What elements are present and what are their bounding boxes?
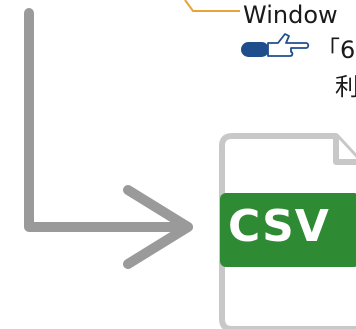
- text-line-2: 「6: [316, 36, 356, 64]
- text-line-3: 利: [335, 73, 356, 101]
- l-shaped-arrow-icon: [24, 8, 193, 269]
- callout-line: [184, 0, 240, 12]
- pointing-hand-icon: [241, 33, 310, 57]
- text-line-window: Window: [243, 1, 338, 29]
- illustration-canvas: [24, 0, 356, 329]
- csv-label: CSV: [228, 201, 330, 252]
